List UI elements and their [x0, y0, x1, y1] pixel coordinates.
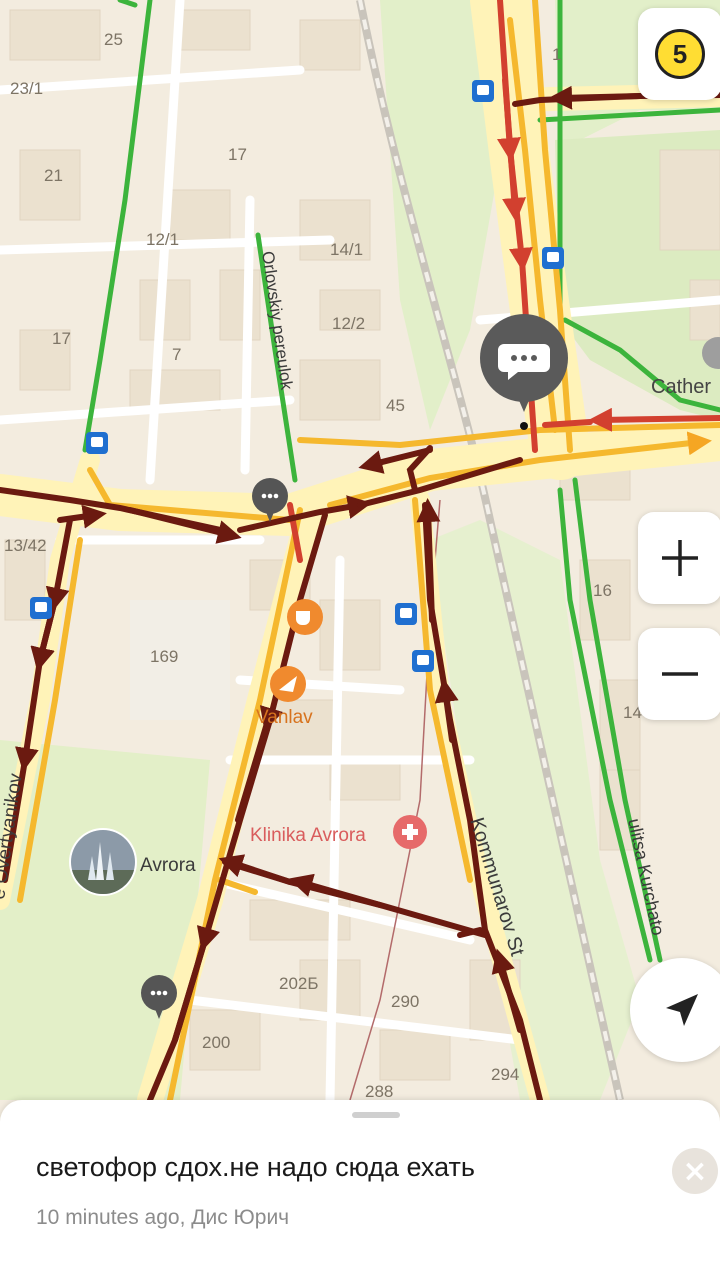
house-number: 17 [228, 145, 247, 164]
vanlav-label: Vanlav [256, 707, 313, 728]
plus-icon [662, 540, 698, 576]
bus-stop-icon[interactable] [86, 432, 108, 454]
sheet-drag-handle[interactable] [352, 1112, 400, 1118]
bus-stop-icon[interactable] [472, 80, 494, 102]
bus-stop-icon[interactable] [412, 650, 434, 672]
house-number: 13/42 [4, 536, 47, 555]
house-number: 17 [52, 329, 71, 348]
house-number: 288 [365, 1082, 393, 1101]
park-areas [0, 0, 720, 1100]
cup-icon [296, 611, 310, 625]
event-meta: 10 minutes ago, Дис Юрич [36, 1206, 290, 1229]
bus-stop-icon[interactable] [30, 597, 52, 619]
house-number: 16 [593, 581, 612, 600]
traffic-score-button[interactable]: 5 [638, 8, 720, 100]
house-number: 290 [391, 992, 419, 1011]
map-canvas[interactable]: 25 23/1 21 17 12/1 14/1 12/2 7 17 45 13/… [0, 0, 720, 1280]
navigation-arrow-icon [666, 994, 698, 1026]
bus-stop-icon[interactable] [542, 247, 564, 269]
house-number: 12/2 [332, 314, 365, 333]
house-number: 294 [491, 1065, 519, 1084]
event-comment: светофор сдох.не надо сюда ехать [36, 1152, 475, 1182]
house-number: 7 [172, 345, 181, 364]
close-button[interactable]: × [672, 1148, 718, 1194]
house-number: 200 [202, 1033, 230, 1052]
road-event-sheet[interactable]: светофор сдох.не надо сюда ехать 10 minu… [0, 1100, 720, 1280]
clinic-label: Klinika Avrora [250, 825, 366, 846]
traffic-score-badge: 5 [655, 29, 705, 79]
house-number: 169 [150, 647, 178, 666]
house-number: 202Б [279, 974, 319, 993]
house-number: 23/1 [10, 79, 43, 98]
bus-stop-icon[interactable] [395, 603, 417, 625]
street-label-orlovskiy: Orlovskiy pereulok [258, 250, 296, 392]
zoom-out-button[interactable] [638, 628, 720, 720]
house-number: 14/1 [330, 240, 363, 259]
house-number: 12/1 [146, 230, 179, 249]
zoom-in-button[interactable] [638, 512, 720, 604]
house-number: 25 [104, 30, 123, 49]
cathedral-label: Cather [651, 376, 711, 398]
house-number: 45 [386, 396, 405, 415]
close-icon: × [682, 1153, 708, 1189]
avrora-label: Avrora [140, 855, 196, 876]
minus-icon [662, 672, 698, 676]
cafe-poi[interactable] [287, 599, 323, 635]
house-number: 21 [44, 166, 63, 185]
house-number: 1 [552, 45, 561, 64]
